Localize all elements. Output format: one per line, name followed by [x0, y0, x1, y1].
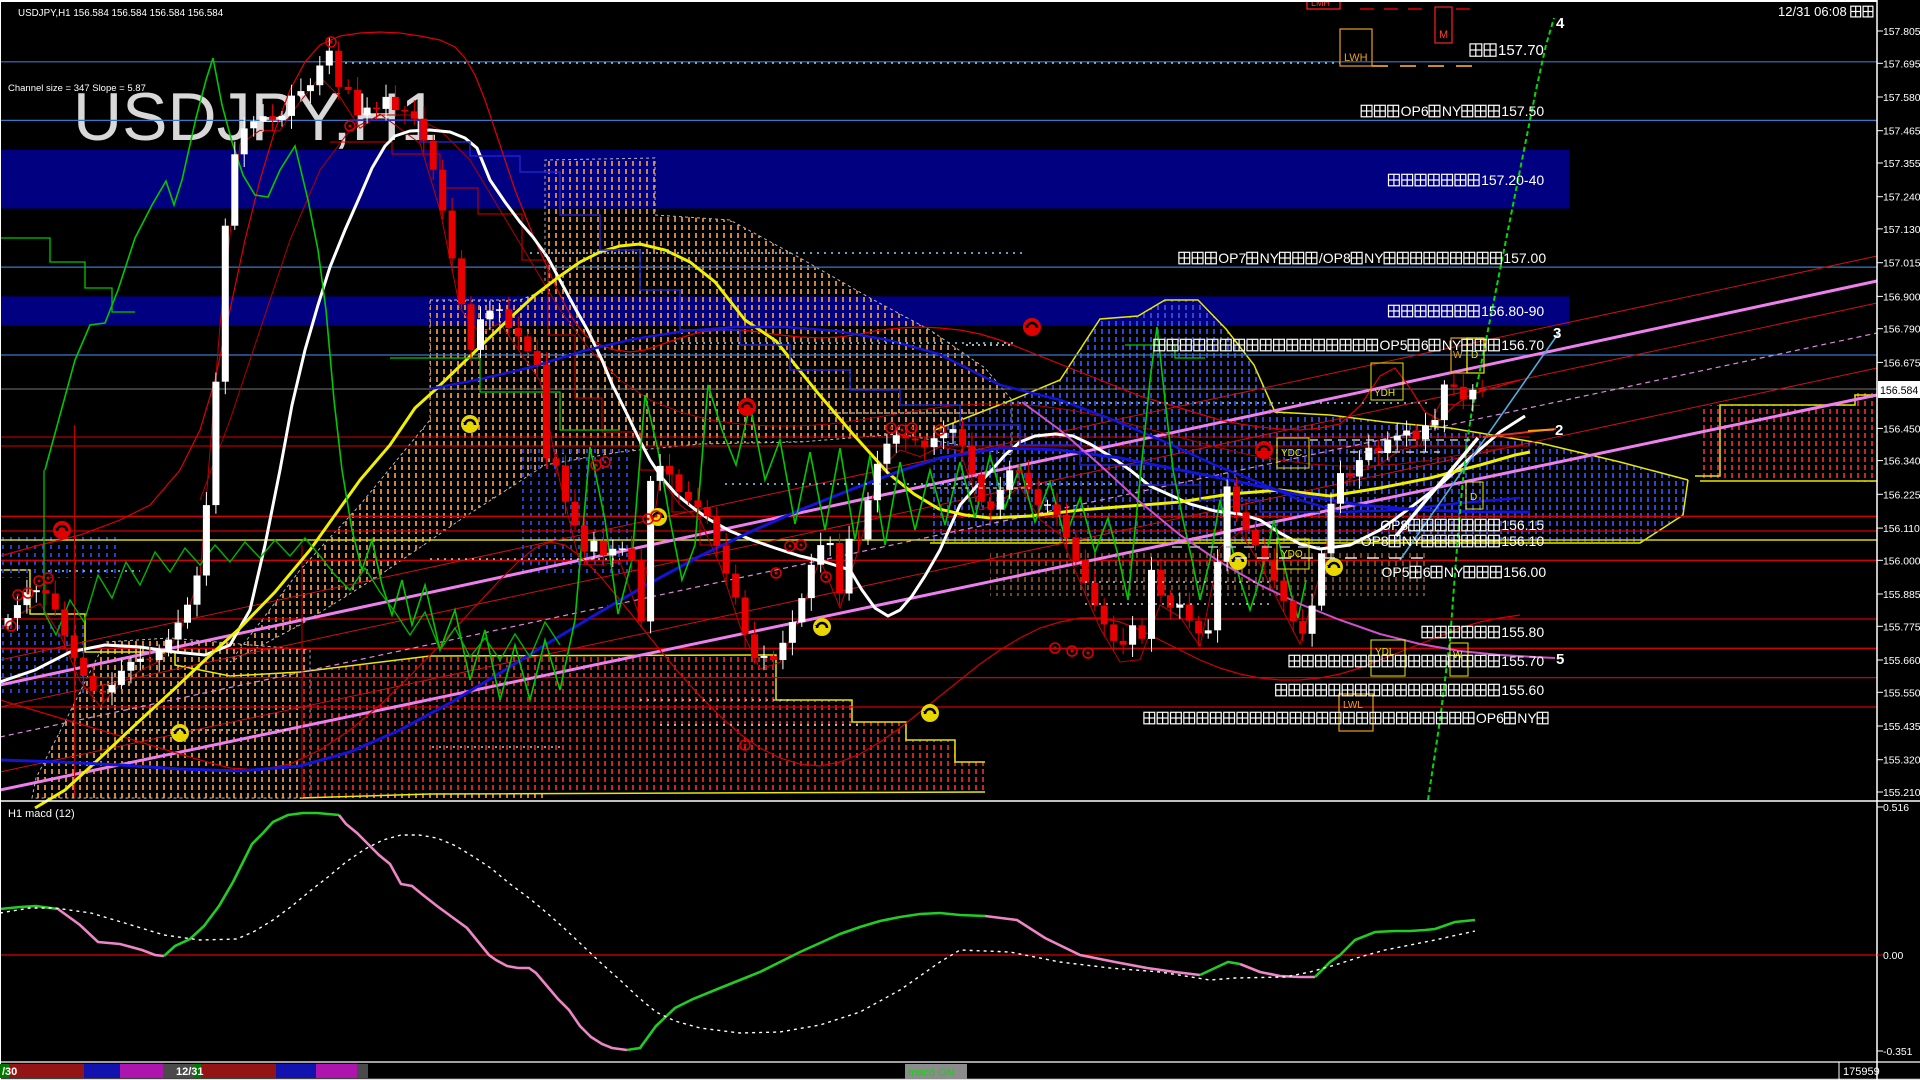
svg-text:155.70: 155.70 — [1501, 653, 1544, 669]
svg-text:NY: NY — [1517, 710, 1537, 726]
svg-text:/30: /30 — [2, 1066, 17, 1078]
svg-text:0.516: 0.516 — [1883, 803, 1909, 814]
svg-text:157.70: 157.70 — [1498, 42, 1544, 59]
svg-text:NY: NY — [1444, 564, 1464, 580]
svg-text:155.80: 155.80 — [1501, 624, 1544, 640]
svg-text:4: 4 — [1556, 15, 1565, 32]
svg-text:macd ON: macd ON — [908, 1067, 955, 1079]
svg-text:NY: NY — [1260, 250, 1280, 266]
svg-text:157.240: 157.240 — [1883, 193, 1920, 204]
svg-text:155.435: 155.435 — [1883, 722, 1920, 733]
svg-text:0.00: 0.00 — [1883, 951, 1903, 962]
svg-text:157.805: 157.805 — [1883, 27, 1920, 38]
svg-text:155.775: 155.775 — [1883, 622, 1920, 633]
svg-text:156.225: 156.225 — [1883, 490, 1920, 501]
svg-text:YDH: YDH — [1374, 388, 1395, 399]
svg-text:LWL: LWL — [1343, 700, 1363, 711]
svg-text:157.015: 157.015 — [1883, 259, 1920, 270]
svg-text:156.584: 156.584 — [1880, 385, 1918, 397]
svg-text:6: 6 — [1423, 564, 1431, 580]
svg-text:157.465: 157.465 — [1883, 127, 1920, 138]
svg-text:USDJPY,H1 156.584 156.584 156: USDJPY,H1 156.584 156.584 156.584 156.58… — [18, 8, 224, 19]
svg-text:D: D — [1471, 350, 1478, 361]
svg-text:OP5: OP5 — [1380, 337, 1408, 353]
svg-text:NY: NY — [1442, 337, 1462, 353]
svg-text:156.000: 156.000 — [1883, 556, 1920, 567]
svg-text:156.900: 156.900 — [1883, 292, 1920, 303]
svg-text:155.210: 155.210 — [1883, 788, 1920, 799]
svg-text:YDL: YDL — [1375, 647, 1395, 658]
svg-text:156.110: 156.110 — [1883, 524, 1920, 535]
svg-text:155.660: 155.660 — [1883, 656, 1920, 667]
svg-text:156.675: 156.675 — [1883, 358, 1920, 369]
svg-text:3: 3 — [1553, 325, 1561, 342]
svg-text:NY: NY — [1402, 533, 1422, 549]
svg-text:OP6: OP6 — [1401, 103, 1429, 119]
svg-text:157.695: 157.695 — [1883, 59, 1920, 70]
svg-text:157.130: 157.130 — [1883, 225, 1920, 236]
svg-text:156.450: 156.450 — [1883, 424, 1920, 435]
svg-text:157.20-40: 157.20-40 — [1481, 172, 1544, 188]
svg-text:YDC: YDC — [1281, 448, 1302, 459]
svg-text:NY: NY — [1364, 250, 1384, 266]
svg-text:OP6: OP6 — [1476, 710, 1504, 726]
svg-text:12/31 06:08: 12/31 06:08 — [1778, 4, 1847, 19]
svg-text:155.885: 155.885 — [1883, 590, 1920, 601]
svg-text:157.00: 157.00 — [1503, 250, 1546, 266]
svg-text:OP8: OP8 — [1361, 533, 1389, 549]
svg-text:175959: 175959 — [1843, 1066, 1880, 1078]
svg-text:NY: NY — [1442, 103, 1462, 119]
svg-text:156.790: 156.790 — [1883, 325, 1920, 336]
svg-text:157.355: 157.355 — [1883, 159, 1920, 170]
svg-text:156.00: 156.00 — [1503, 564, 1546, 580]
svg-text:Channel size = 347 Slope = 5.8: Channel size = 347 Slope = 5.87 — [8, 83, 146, 94]
svg-text:156.15: 156.15 — [1501, 517, 1544, 533]
svg-text:/OP8: /OP8 — [1319, 250, 1351, 266]
svg-text:H1 macd (12): H1 macd (12) — [8, 808, 75, 820]
svg-text:155.60: 155.60 — [1501, 682, 1544, 698]
svg-text:157.50: 157.50 — [1501, 103, 1544, 119]
svg-text:156.340: 156.340 — [1883, 457, 1920, 468]
svg-text:-0.351: -0.351 — [1883, 1047, 1913, 1058]
svg-text:156.70: 156.70 — [1501, 337, 1544, 353]
svg-text:6: 6 — [1421, 337, 1429, 353]
svg-text:2: 2 — [1555, 422, 1563, 439]
svg-text:156.80-90: 156.80-90 — [1481, 303, 1544, 319]
svg-text:5: 5 — [1556, 651, 1564, 668]
svg-text:156.10: 156.10 — [1501, 533, 1544, 549]
svg-text:155.320: 155.320 — [1883, 756, 1920, 767]
svg-text:157.580: 157.580 — [1883, 93, 1920, 104]
svg-text:155.550: 155.550 — [1883, 688, 1920, 699]
svg-text:D: D — [1470, 492, 1477, 503]
svg-text:M: M — [1439, 29, 1448, 41]
svg-text:LWH: LWH — [1344, 52, 1368, 64]
svg-text:OP8: OP8 — [1380, 517, 1408, 533]
svg-text:OP7: OP7 — [1218, 250, 1246, 266]
svg-text:YDO: YDO — [1281, 549, 1303, 560]
svg-text:OP5: OP5 — [1382, 564, 1410, 580]
svg-text:12/31: 12/31 — [176, 1066, 204, 1078]
